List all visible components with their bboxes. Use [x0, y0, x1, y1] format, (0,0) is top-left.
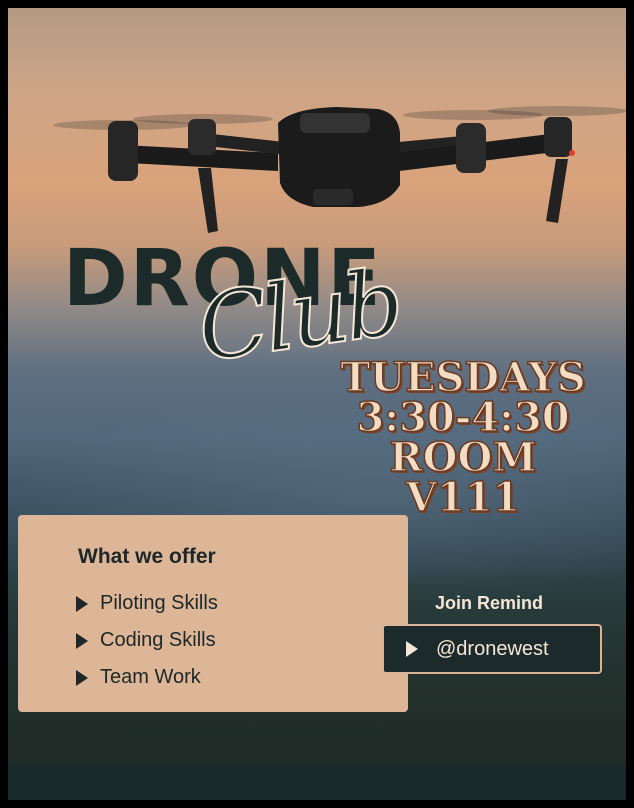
join-remind-label: Join Remind	[435, 593, 544, 613]
offer-item: Team Work	[76, 659, 218, 696]
chevron-right-icon	[76, 632, 88, 649]
schedule-day: TUESDAYS	[340, 354, 587, 401]
offer-item: Coding Skills	[76, 622, 218, 659]
chevron-right-icon	[76, 669, 88, 686]
offer-item-label: Piloting Skills	[100, 592, 218, 614]
offer-item-label: Team Work	[100, 666, 201, 688]
remind-handle: @dronewest	[436, 637, 549, 660]
offer-list: Piloting Skills Coding Skills Team Work	[76, 585, 218, 696]
offer-title: What we offer	[78, 545, 216, 568]
drone-photo	[53, 106, 626, 233]
offer-item: Piloting Skills	[76, 585, 218, 622]
schedule-time: 3:30-4:30	[356, 394, 571, 441]
drone-club-poster: DRONE Club TUESDAYS 3:30-4:30 ROOM V111 …	[0, 0, 634, 808]
chevron-right-icon	[406, 641, 418, 657]
footer-band	[8, 764, 626, 800]
chevron-right-icon	[76, 595, 88, 612]
meeting-schedule: TUESDAYS 3:30-4:30 ROOM V111	[328, 354, 598, 521]
remind-handle-box[interactable]: @dronewest	[382, 624, 602, 674]
schedule-room: ROOM V111	[389, 434, 538, 521]
offer-card: What we offer Piloting Skills Coding Ski…	[18, 515, 408, 712]
offer-item-label: Coding Skills	[100, 629, 216, 651]
